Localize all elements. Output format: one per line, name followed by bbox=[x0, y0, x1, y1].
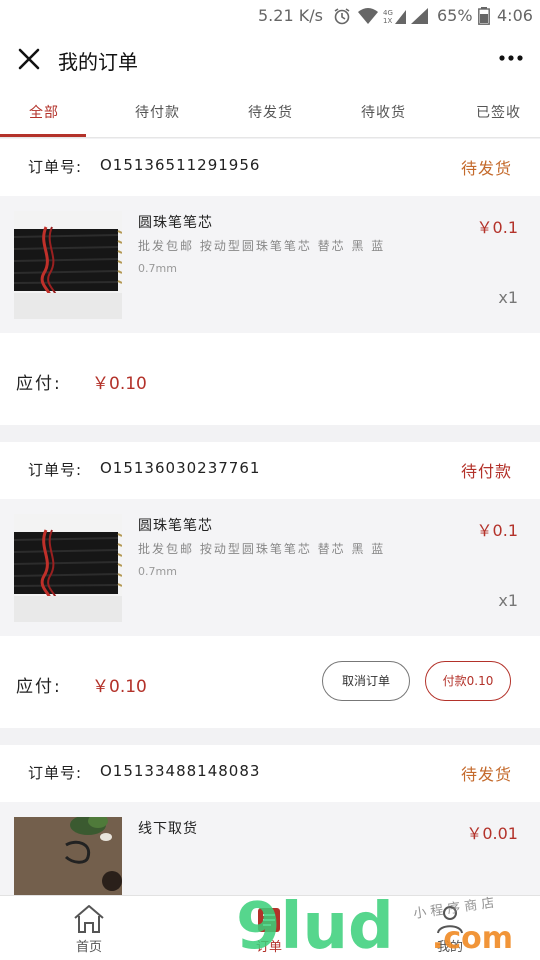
order-header: 订单号: O15136511291956 待发货 bbox=[0, 139, 540, 196]
clock: 4:06 bbox=[497, 6, 533, 25]
cancel-order-button[interactable]: 取消订单 bbox=[322, 661, 410, 701]
order-status: 待付款 bbox=[460, 462, 512, 481]
order-footer: 应付: ￥0.10 取消订单 付款0.10 bbox=[0, 636, 540, 728]
product-quantity: x1 bbox=[498, 591, 518, 610]
network-speed: 5.21 K/s bbox=[258, 6, 323, 25]
product-description: 批发包邮 按动型圆珠笔笔芯 替芯 黑 蓝 bbox=[138, 239, 386, 253]
product-price: ￥0.01 bbox=[466, 824, 518, 843]
signal-icon bbox=[411, 8, 428, 24]
svg-text:4G: 4G bbox=[383, 9, 393, 17]
product-spec: 0.7mm bbox=[138, 565, 177, 578]
order-item[interactable]: 圆珠笔笔芯 批发包邮 按动型圆珠笔笔芯 替芯 黑 蓝 0.7mm ￥0.1 x1 bbox=[0, 499, 540, 636]
nav-orders-label: 订单 bbox=[255, 940, 282, 955]
order-number-label: 订单号: bbox=[28, 461, 83, 479]
product-name: 圆珠笔笔芯 bbox=[138, 518, 213, 534]
app-header: 我的订单 bbox=[0, 30, 540, 88]
payable-label: 应付: bbox=[16, 677, 62, 697]
nav-profile-label: 我的 bbox=[436, 940, 463, 955]
order-status: 待发货 bbox=[460, 765, 512, 784]
payable-amount: ￥0.10 bbox=[92, 374, 147, 394]
order-number: O15133488148083 bbox=[100, 762, 261, 780]
tab-signed[interactable]: 已签收 bbox=[476, 102, 521, 122]
wifi-icon bbox=[358, 8, 378, 24]
order-number-label: 订单号: bbox=[28, 158, 83, 176]
tab-pending-shipment[interactable]: 待发货 bbox=[248, 102, 293, 122]
tab-pending-payment[interactable]: 待付款 bbox=[135, 102, 180, 122]
nav-orders[interactable]: 订单 bbox=[219, 896, 319, 960]
tab-all[interactable]: 全部 bbox=[29, 102, 59, 122]
payable-label: 应付: bbox=[16, 374, 62, 394]
svg-text:1X: 1X bbox=[383, 17, 392, 25]
cellular-4g-icon: 4G 1X bbox=[383, 9, 406, 25]
battery-icon bbox=[478, 7, 490, 25]
more-options-icon[interactable] bbox=[498, 50, 524, 66]
product-name: 线下取货 bbox=[138, 821, 198, 837]
pay-button[interactable]: 付款0.10 bbox=[425, 661, 511, 701]
order-number-label: 订单号: bbox=[28, 764, 83, 782]
active-tab-indicator bbox=[0, 134, 86, 137]
product-image bbox=[14, 211, 122, 319]
page-title: 我的订单 bbox=[58, 50, 138, 74]
battery-percent: 65% bbox=[437, 6, 473, 25]
product-quantity: x1 bbox=[498, 288, 518, 307]
nav-profile[interactable]: 我的 bbox=[400, 896, 500, 960]
home-icon bbox=[74, 905, 104, 933]
order-tabs: 全部 待付款 待发货 待收货 已签收 bbox=[0, 88, 540, 138]
close-icon[interactable] bbox=[16, 46, 42, 72]
orders-icon bbox=[258, 908, 280, 932]
payable-amount: ￥0.10 bbox=[92, 677, 147, 697]
order-footer: 应付: ￥0.10 bbox=[0, 333, 540, 425]
status-bar: 5.21 K/s 4G 1X 65% 4:06 bbox=[0, 0, 540, 30]
user-icon bbox=[437, 906, 463, 934]
order-status: 待发货 bbox=[460, 159, 512, 178]
order-header: 订单号: O15133488148083 待发货 bbox=[0, 745, 540, 802]
product-spec: 0.7mm bbox=[138, 262, 177, 275]
product-image bbox=[14, 514, 122, 622]
bottom-navigation: 首页 订单 我的 bbox=[0, 895, 540, 960]
order-number: O15136030237761 bbox=[100, 459, 261, 477]
nav-home-label: 首页 bbox=[75, 940, 102, 955]
product-description: 批发包邮 按动型圆珠笔笔芯 替芯 黑 蓝 bbox=[138, 542, 386, 556]
tab-pending-receipt[interactable]: 待收货 bbox=[361, 102, 406, 122]
product-name: 圆珠笔笔芯 bbox=[138, 215, 213, 231]
order-number: O15136511291956 bbox=[100, 156, 261, 174]
alarm-icon bbox=[334, 8, 350, 25]
product-price: ￥0.1 bbox=[476, 218, 518, 237]
order-header: 订单号: O15136030237761 待付款 bbox=[0, 442, 540, 499]
order-item[interactable]: 圆珠笔笔芯 批发包邮 按动型圆珠笔笔芯 替芯 黑 蓝 0.7mm ￥0.1 x1 bbox=[0, 196, 540, 333]
product-price: ￥0.1 bbox=[476, 521, 518, 540]
nav-home[interactable]: 首页 bbox=[39, 896, 139, 960]
